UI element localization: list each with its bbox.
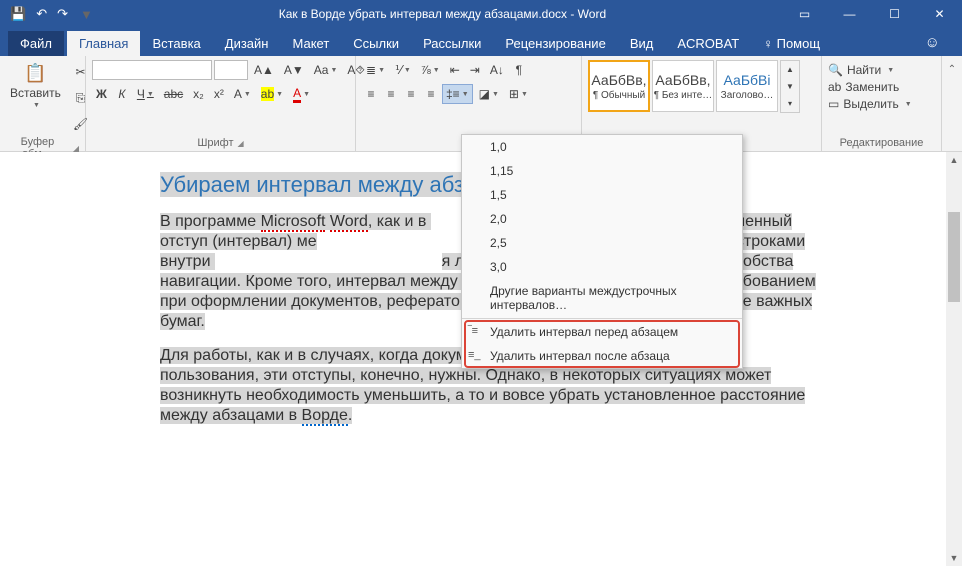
group-clipboard: 📋 Вставить ▼ ✂ ⎘ 🖌 Буфер обм…◢ <box>0 56 86 151</box>
save-icon[interactable]: 💾 <box>10 6 26 22</box>
group-label: Редактирование <box>840 137 924 149</box>
redo-icon[interactable]: ↷ <box>57 6 68 22</box>
spacing-3-0[interactable]: 3,0 <box>462 255 742 279</box>
tab-file[interactable]: Файл <box>8 31 64 56</box>
spacing-1-0[interactable]: 1,0 <box>462 135 742 159</box>
replace-icon: ab <box>828 80 841 94</box>
ribbon-tabs: Файл Главная Вставка Дизайн Макет Ссылки… <box>0 28 962 56</box>
group-editing: 🔍Найти▼ abЗаменить ▭Выделить▼ Редактиров… <box>822 56 942 151</box>
select-icon: ▭ <box>828 97 839 111</box>
superscript-button[interactable]: x² <box>210 84 228 104</box>
spacing-options[interactable]: Другие варианты междустрочных интервалов… <box>462 279 742 317</box>
change-case-button[interactable]: Aa▼ <box>310 60 342 80</box>
spacing-1-5[interactable]: 1,5 <box>462 183 742 207</box>
line-spacing-dropdown: 1,0 1,15 1,5 2,0 2,5 3,0 Другие варианты… <box>461 134 743 369</box>
shrink-font-button[interactable]: A▼ <box>280 60 308 80</box>
collapse-ribbon-icon[interactable]: ⌃ <box>942 56 962 151</box>
tab-design[interactable]: Дизайн <box>213 31 281 56</box>
tab-view[interactable]: Вид <box>618 31 666 56</box>
spacing-1-15[interactable]: 1,15 <box>462 159 742 183</box>
paste-label: Вставить <box>10 86 61 100</box>
remove-space-before[interactable]: ‾≡ Удалить интервал перед абзацем <box>462 320 742 344</box>
group-font: A▲ A▼ Aa▼ A⯑ Ж К Ч▼ abc x₂ x² A▼ ab▼ A▼ … <box>86 56 356 151</box>
style-normal[interactable]: АаБбВв, ¶ Обычный <box>588 60 650 112</box>
window-buttons: ▭ — ☐ ✕ <box>782 0 962 28</box>
subscript-button[interactable]: x₂ <box>189 84 208 104</box>
strike-button[interactable]: abc <box>160 84 187 104</box>
styles-scroll-down[interactable]: ▼ <box>781 78 799 95</box>
underline-button[interactable]: Ч▼ <box>133 84 158 104</box>
scroll-up-icon[interactable]: ▲ <box>946 152 962 168</box>
vertical-scrollbar[interactable]: ▲ ▼ <box>946 152 962 566</box>
styles-scroll-up[interactable]: ▲ <box>781 61 799 78</box>
text-effects-button[interactable]: A▼ <box>230 84 255 104</box>
tab-tell-me[interactable]: ♀ Помощ <box>751 31 832 56</box>
tab-layout[interactable]: Макет <box>280 31 341 56</box>
scroll-down-icon[interactable]: ▼ <box>946 550 962 566</box>
spacing-2-0[interactable]: 2,0 <box>462 207 742 231</box>
quick-access-toolbar: 💾 ↶ ↷ ▼ <box>0 6 103 22</box>
tab-insert[interactable]: Вставка <box>140 31 212 56</box>
replace-button[interactable]: abЗаменить <box>828 80 912 94</box>
increase-indent-button[interactable]: ⇥ <box>466 60 484 80</box>
grow-font-button[interactable]: A▲ <box>250 60 278 80</box>
align-left-button[interactable]: ≡ <box>362 84 380 104</box>
decrease-indent-button[interactable]: ⇤ <box>446 60 464 80</box>
find-button[interactable]: 🔍Найти▼ <box>828 63 912 77</box>
styles-expand[interactable]: ▾ <box>781 95 799 112</box>
qat-customize-icon[interactable]: ▼ <box>78 7 93 22</box>
highlight-button[interactable]: ab▼ <box>257 84 287 104</box>
italic-button[interactable]: К <box>113 84 131 104</box>
bullets-button[interactable]: ≣▼ <box>362 60 389 80</box>
tab-mailings[interactable]: Рассылки <box>411 31 493 56</box>
tab-review[interactable]: Рецензирование <box>493 31 617 56</box>
title-bar: 💾 ↶ ↷ ▼ Как в Ворде убрать интервал межд… <box>0 0 962 28</box>
align-right-button[interactable]: ≡ <box>402 84 420 104</box>
font-family-combo[interactable] <box>92 60 212 80</box>
search-icon: 🔍 <box>828 63 843 77</box>
remove-space-after[interactable]: ≡_ Удалить интервал после абзаца <box>462 344 742 368</box>
paste-icon: 📋 <box>24 62 46 84</box>
tab-references[interactable]: Ссылки <box>341 31 411 56</box>
tab-home[interactable]: Главная <box>67 31 140 56</box>
scroll-thumb[interactable] <box>948 212 960 302</box>
window-title: Как в Ворде убрать интервал между абзаца… <box>103 7 782 21</box>
separator <box>462 318 742 319</box>
shading-button[interactable]: ◪▼ <box>475 84 503 104</box>
justify-button[interactable]: ≡ <box>422 84 440 104</box>
tab-acrobat[interactable]: ACROBAT <box>665 31 751 56</box>
numbering-button[interactable]: ⅟▼ <box>391 60 415 80</box>
sort-button[interactable]: A↓ <box>486 60 508 80</box>
font-color-button[interactable]: A▼ <box>289 84 314 104</box>
feedback-icon[interactable]: ☺ <box>913 29 952 56</box>
style-heading1[interactable]: АаБбВі Заголово… <box>716 60 778 112</box>
multilevel-button[interactable]: ⅞▼ <box>417 60 444 80</box>
style-no-spacing[interactable]: АаБбВв, ¶ Без инте… <box>652 60 714 112</box>
group-label: Шрифт <box>197 137 233 149</box>
ribbon-options-icon[interactable]: ▭ <box>782 0 827 28</box>
borders-button[interactable]: ⊞▼ <box>505 84 532 104</box>
launcher-icon[interactable]: ◢ <box>238 139 244 148</box>
select-button[interactable]: ▭Выделить▼ <box>828 97 912 111</box>
minimize-button[interactable]: — <box>827 0 872 28</box>
space-before-icon: ‾≡ <box>468 325 478 337</box>
bold-button[interactable]: Ж <box>92 84 111 104</box>
show-marks-button[interactable]: ¶ <box>510 60 528 80</box>
line-spacing-button[interactable]: ‡≡▼ <box>442 84 473 104</box>
close-button[interactable]: ✕ <box>917 0 962 28</box>
spacing-2-5[interactable]: 2,5 <box>462 231 742 255</box>
undo-icon[interactable]: ↶ <box>36 6 47 22</box>
space-after-icon: ≡_ <box>468 349 481 361</box>
paste-button[interactable]: 📋 Вставить ▼ <box>6 60 65 111</box>
font-size-combo[interactable] <box>214 60 248 80</box>
align-center-button[interactable]: ≡ <box>382 84 400 104</box>
maximize-button[interactable]: ☐ <box>872 0 917 28</box>
